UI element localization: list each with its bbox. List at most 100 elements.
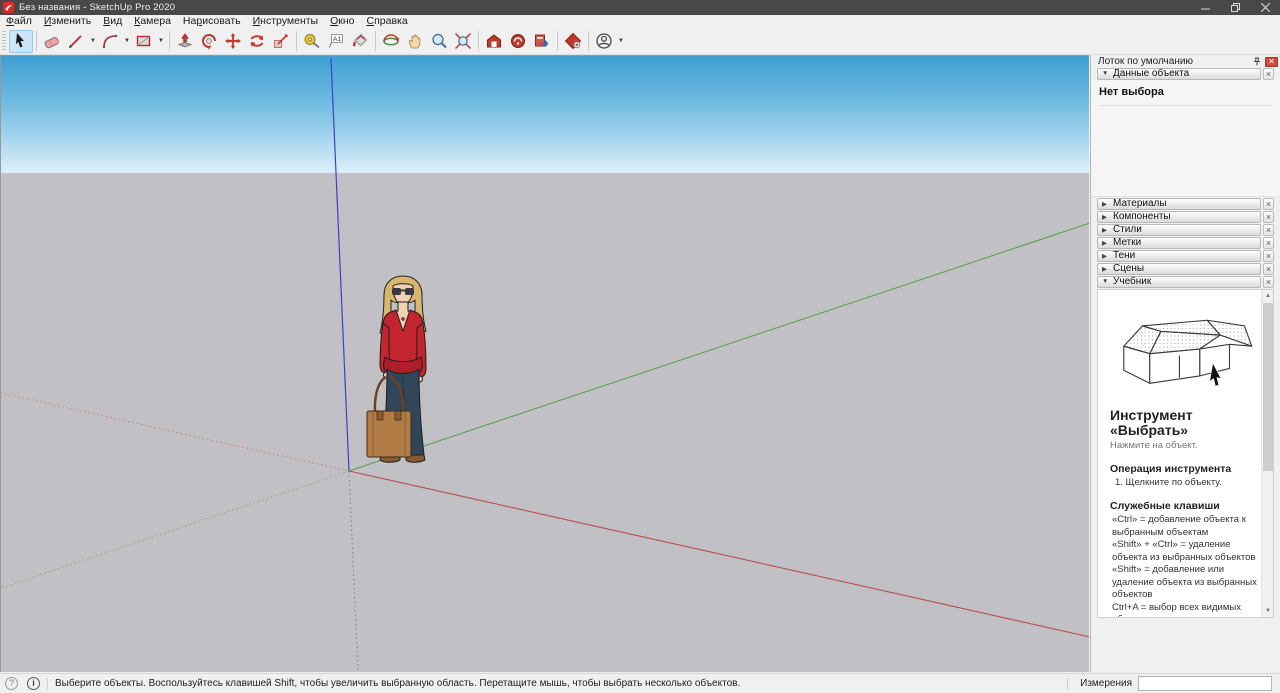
section-close-button[interactable]: ×	[1263, 211, 1274, 223]
tray-section-instructor[interactable]: ▼ Учебник	[1097, 276, 1261, 288]
section-close-button[interactable]: ×	[1263, 250, 1274, 262]
arc-dropdown-arrow[interactable]: ▼	[122, 30, 132, 53]
instructor-scrollbar[interactable]: ▲ ▼	[1261, 290, 1273, 617]
tray-section-shadows[interactable]: ▶ Тени	[1097, 250, 1261, 262]
expand-arrow-icon: ▼	[1102, 70, 1109, 77]
close-button[interactable]	[1250, 0, 1280, 15]
arc-icon	[101, 32, 119, 50]
zoom-icon	[430, 32, 448, 50]
menu-item-window[interactable]: Окно	[324, 15, 360, 28]
person-figure[interactable]	[353, 271, 453, 471]
paint-bucket-icon	[351, 32, 369, 50]
menu-item-view[interactable]: Вид	[97, 15, 128, 28]
tray-section-styles[interactable]: ▶ Стили	[1097, 224, 1261, 236]
menu-item-edit[interactable]: Изменить	[38, 15, 97, 28]
status-bar: ? i Выберите объекты. Воспользуйтесь кла…	[0, 673, 1280, 693]
tray-section-tags[interactable]: ▶ Метки	[1097, 237, 1261, 249]
menu-item-camera[interactable]: Камера	[128, 15, 177, 28]
no-selection-text: Нет выбора	[1099, 86, 1272, 106]
tape-measure-tool-button[interactable]	[300, 30, 324, 53]
toolbar-grip[interactable]	[2, 31, 6, 51]
modifier-key-item: «Shift» = добавление или удаление объект…	[1112, 564, 1257, 602]
orbit-tool-button[interactable]	[379, 30, 403, 53]
geolocation-icon[interactable]: ?	[5, 677, 18, 690]
section-close-button[interactable]: ×	[1263, 224, 1274, 236]
person-necklace	[401, 317, 404, 320]
extension-warehouse-tool-button[interactable]	[506, 30, 530, 53]
tray-section-scenes[interactable]: ▶ Сцены	[1097, 263, 1261, 275]
toolbar-separator	[36, 31, 37, 51]
status-hint-text: Выберите объекты. Воспользуйтесь клавише…	[55, 678, 740, 689]
modifier-key-item: «Shift» + «Ctrl» = удаление объекта из в…	[1112, 539, 1257, 564]
tray-close-button[interactable]: ✕	[1265, 57, 1278, 67]
section-close-button[interactable]: ×	[1263, 263, 1274, 275]
push-pull-tool-button[interactable]	[173, 30, 197, 53]
toolbar-separator	[588, 31, 589, 51]
house-illustration	[1110, 298, 1260, 400]
share-model-tool-button[interactable]	[530, 30, 554, 53]
menu-item-file[interactable]: Файл	[0, 15, 38, 28]
tray-section-materials[interactable]: ▶ Материалы	[1097, 198, 1261, 210]
credits-icon[interactable]: i	[27, 677, 40, 690]
section-close-button[interactable]: ×	[1263, 68, 1274, 80]
line-tool-button[interactable]	[64, 30, 88, 53]
expand-arrow-icon: ▼	[1102, 278, 1109, 285]
scroll-down-icon[interactable]: ▼	[1262, 605, 1274, 617]
follow-me-tool-button[interactable]	[197, 30, 221, 53]
tray-section-label: Данные объекта	[1113, 68, 1189, 79]
3d-warehouse-tool-button[interactable]	[482, 30, 506, 53]
collapse-arrow-icon: ▶	[1102, 226, 1109, 234]
3d-viewport[interactable]	[0, 55, 1089, 672]
line-dropdown-arrow[interactable]: ▼	[88, 30, 98, 53]
toolbar-separator	[375, 31, 376, 51]
instructor-subtitle: Нажмите на объект.	[1110, 440, 1257, 451]
pan-tool-button[interactable]	[403, 30, 427, 53]
section-close-button[interactable]: ×	[1263, 276, 1274, 288]
default-tray-panel: Лоток по умолчанию ✕ ▼ Данные объекта × …	[1090, 55, 1280, 672]
restore-button[interactable]	[1220, 0, 1250, 15]
section-close-button[interactable]: ×	[1263, 198, 1274, 210]
follow-me-icon	[200, 32, 218, 50]
tray-section-label: Учебник	[1113, 276, 1151, 287]
menu-item-tools[interactable]: Инструменты	[247, 15, 324, 28]
rectangle-icon	[135, 32, 153, 50]
tray-section-label: Сцены	[1113, 263, 1144, 274]
section-close-button[interactable]: ×	[1263, 237, 1274, 249]
select-tool-button[interactable]	[9, 30, 33, 53]
tray-section-label: Материалы	[1113, 198, 1167, 209]
tape-measure-icon	[303, 32, 321, 50]
svg-text:A1: A1	[333, 36, 341, 43]
zoom-tool-button[interactable]	[427, 30, 451, 53]
minimize-button[interactable]	[1190, 0, 1220, 15]
pin-icon[interactable]	[1250, 57, 1263, 66]
account-dropdown-arrow[interactable]: ▼	[616, 30, 626, 53]
move-tool-button[interactable]	[221, 30, 245, 53]
tray-section-object-data[interactable]: ▼ Данные объекта	[1097, 68, 1261, 80]
rectangle-dropdown-arrow[interactable]: ▼	[156, 30, 166, 53]
extension-manager-tool-button[interactable]	[561, 30, 585, 53]
menu-item-draw[interactable]: Нарисовать	[177, 15, 247, 28]
modifier-key-item: «Ctrl» = добавление объекта к выбранным …	[1112, 514, 1257, 539]
scale-tool-button[interactable]	[269, 30, 293, 53]
eraser-tool-button[interactable]	[40, 30, 64, 53]
zoom-extents-tool-button[interactable]	[451, 30, 475, 53]
text-icon: A1	[327, 32, 345, 50]
rectangle-tool-button[interactable]	[132, 30, 156, 53]
scrollbar-thumb[interactable]	[1263, 303, 1273, 471]
rotate-icon	[248, 32, 266, 50]
scroll-up-icon[interactable]: ▲	[1262, 290, 1274, 302]
measurements-input[interactable]	[1138, 676, 1272, 691]
text-tool-button[interactable]: A1	[324, 30, 348, 53]
collapse-arrow-icon: ▶	[1102, 213, 1109, 221]
menu-item-help[interactable]: Справка	[361, 15, 414, 28]
collapse-arrow-icon: ▶	[1102, 252, 1109, 260]
tray-section-components[interactable]: ▶ Компоненты	[1097, 211, 1261, 223]
paint-bucket-tool-button[interactable]	[348, 30, 372, 53]
account-tool-button[interactable]	[592, 30, 616, 53]
rotate-tool-button[interactable]	[245, 30, 269, 53]
toolbar: ▼ ▼ ▼ A1 ▼	[0, 28, 1280, 55]
statusbar-divider	[47, 678, 48, 690]
window-title: Без названия - SketchUp Pro 2020	[19, 2, 175, 13]
instructor-content: Инструмент «Выбрать» Нажмите на объект. …	[1098, 290, 1261, 617]
arc-tool-button[interactable]	[98, 30, 122, 53]
